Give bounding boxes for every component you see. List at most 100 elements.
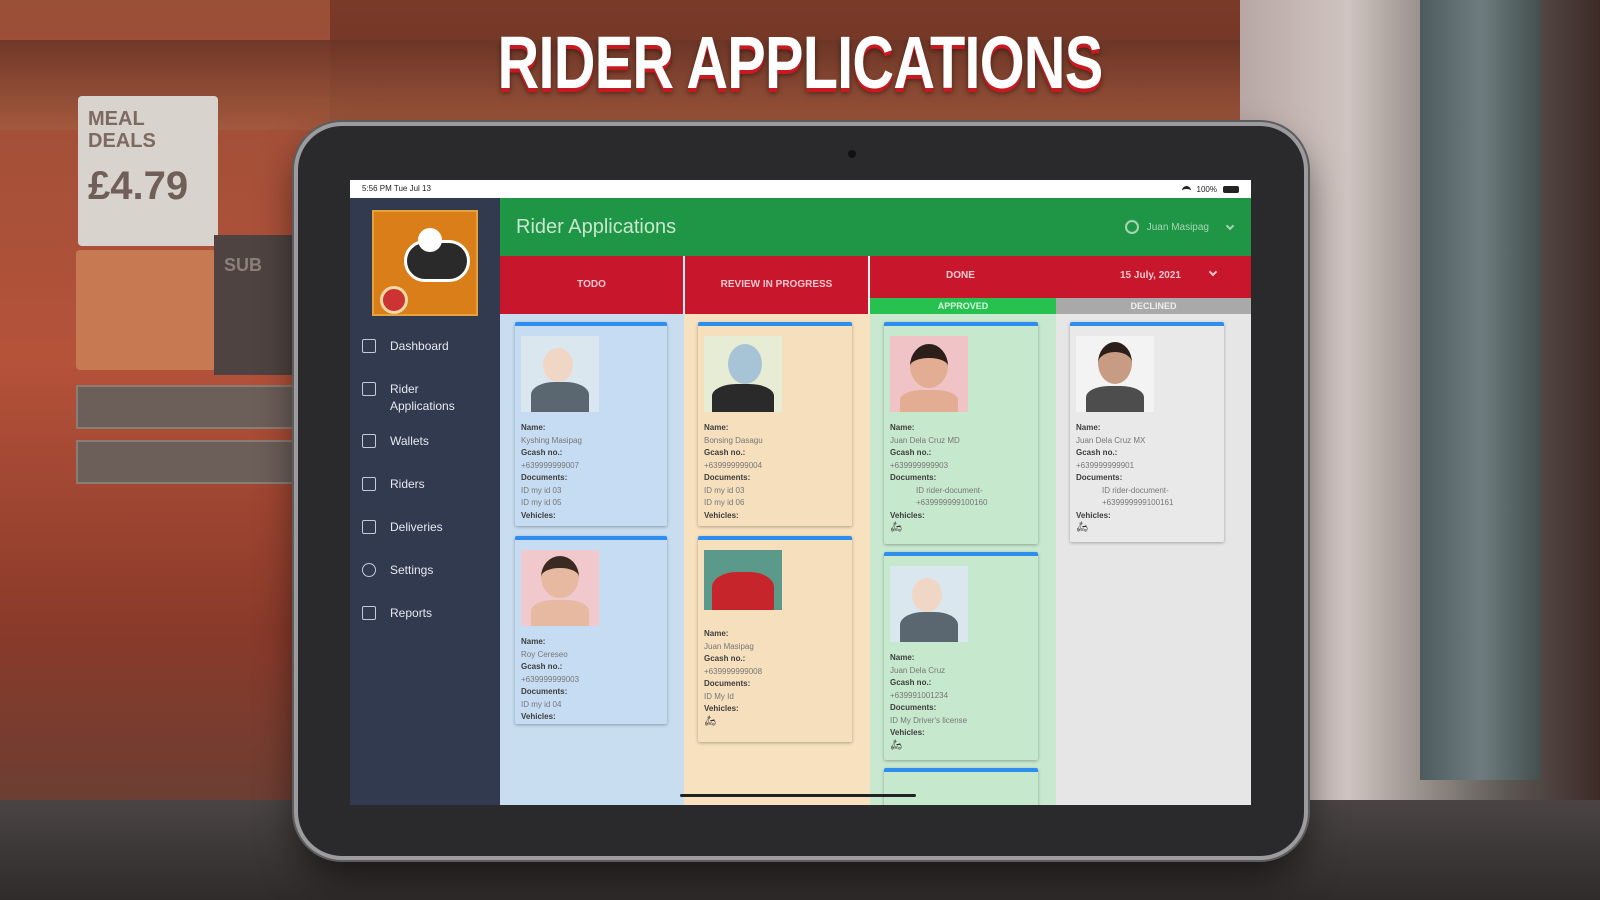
applicant-card[interactable]: Name: Roy Cereseo Gcash no.: +6399999990…: [515, 536, 667, 724]
chevron-down-icon: [1225, 221, 1235, 230]
wifi-icon: [1181, 185, 1191, 193]
sidebar-item-settings[interactable]: Settings: [350, 562, 500, 605]
sidebar-item-rider-applications[interactable]: Rider Applications: [350, 381, 500, 433]
document-item[interactable]: ID rider-document-: [1076, 485, 1218, 498]
gcash-label: Gcash no.:: [704, 448, 746, 457]
document-item[interactable]: ID my id 05: [521, 497, 661, 510]
sidebar-item-dashboard[interactable]: Dashboard: [350, 338, 500, 381]
user-menu[interactable]: Juan Masipag: [1124, 220, 1235, 234]
applicant-name: Bonsing Dasagu: [704, 435, 763, 445]
app-header: Rider Applications Juan Masipag: [500, 198, 1251, 256]
user-name: Juan Masipag: [1146, 221, 1209, 233]
logo-badge: [380, 286, 408, 314]
document-item[interactable]: ID rider-document-: [890, 485, 1032, 498]
applicant-card[interactable]: [884, 768, 1038, 805]
sidebar-item-reports[interactable]: Reports: [350, 605, 500, 648]
battery-icon: [1223, 185, 1239, 193]
sidebar-item-label: Settings: [390, 563, 434, 577]
applicant-photo: [704, 336, 782, 412]
name-label: Name:: [890, 423, 915, 432]
column-todo: Name: Kyshing Masipag Gcash no.: +639999…: [500, 314, 684, 805]
date-selector[interactable]: 15 July, 2021: [1120, 270, 1181, 281]
name-label: Name:: [704, 423, 729, 432]
tablet-screen: 5:56 PM Tue Jul 13 100% Dashboard Rider …: [350, 180, 1251, 805]
column-review: Name: Bonsing Dasagu Gcash no.: +6399999…: [684, 314, 870, 805]
vehicles-label: Vehicles:: [890, 510, 925, 520]
background-notice: [76, 385, 316, 429]
sidebar-item-riders[interactable]: Riders: [350, 476, 500, 519]
column-headers: TODO REVIEW IN PROGRESS DONE 15 July, 20…: [500, 256, 1251, 314]
applicant-photo: [521, 336, 599, 412]
column-todo-header: TODO: [500, 256, 683, 314]
document-item[interactable]: +639999999100161: [1076, 497, 1218, 510]
vehicles-label: Vehicles:: [704, 510, 739, 520]
sidebar-item-label: Deliveries: [390, 520, 443, 534]
column-review-header: REVIEW IN PROGRESS: [685, 256, 868, 314]
bike-icon: 🛵︎: [1076, 522, 1089, 533]
bike-icon: 🛵︎: [890, 739, 903, 751]
documents-label: Documents:: [890, 703, 937, 712]
applicant-name: Kyshing Masipag: [521, 435, 582, 445]
reports-icon: [362, 606, 376, 620]
app-logo: [372, 210, 478, 316]
poster-price: £4.79: [88, 164, 189, 208]
gear-icon: [362, 563, 376, 577]
gcash-label: Gcash no.:: [521, 448, 563, 457]
battery-level: 100%: [1196, 184, 1217, 194]
name-label: Name:: [521, 637, 546, 646]
applicant-card[interactable]: Name: Juan Dela Cruz MX Gcash no.: +6399…: [1070, 322, 1224, 542]
dashboard-icon: [362, 339, 376, 353]
logo-rider: [418, 228, 442, 252]
applicant-photo: [890, 566, 968, 642]
applicant-name: Juan Masipag: [704, 641, 754, 651]
document-item[interactable]: ID My Driver's license: [890, 715, 1032, 728]
sidebar-item-label: Reports: [390, 606, 433, 620]
applicant-gcash: +639999999008: [704, 666, 763, 676]
bike-icon: 🛵︎: [704, 715, 717, 727]
gcash-label: Gcash no.:: [890, 678, 932, 687]
document-item[interactable]: ID my id 06: [704, 497, 846, 510]
applicant-card[interactable]: Name: Kyshing Masipag Gcash no.: +639999…: [515, 322, 667, 526]
vehicles-label: Vehicles:: [890, 728, 925, 737]
applicant-gcash: +639999999903: [890, 460, 949, 470]
sidebar-item-label: Dashboard: [390, 339, 449, 353]
applicant-gcash: +639999999003: [521, 674, 580, 684]
kanban-board: Name: Kyshing Masipag Gcash no.: +639999…: [500, 314, 1251, 805]
applicant-photo: [1076, 336, 1154, 412]
documents-label: Documents:: [704, 473, 751, 482]
gcash-label: Gcash no.:: [1076, 448, 1118, 457]
vehicles-label: Vehicles:: [1076, 510, 1111, 520]
hero-title: RIDER APPLICATIONS: [497, 21, 1104, 104]
home-indicator[interactable]: [680, 794, 916, 797]
tab-approved[interactable]: APPROVED: [870, 298, 1056, 314]
applicant-card[interactable]: Name: Juan Dela Cruz Gcash no.: +6399910…: [884, 552, 1038, 760]
tab-declined[interactable]: DECLINED: [1056, 298, 1251, 314]
chevron-down-icon[interactable]: [1208, 267, 1218, 277]
applicant-card[interactable]: Name: Juan Dela Cruz MD Gcash no.: +6399…: [884, 322, 1038, 544]
applicant-photo: [521, 550, 599, 626]
applicant-card[interactable]: Name: Bonsing Dasagu Gcash no.: +6399999…: [698, 322, 852, 526]
done-label: DONE: [946, 270, 975, 281]
sidebar-item-wallets[interactable]: Wallets: [350, 433, 500, 476]
document-item[interactable]: ID my id 03: [521, 485, 661, 498]
applicant-card[interactable]: Name: Juan Masipag Gcash no.: +639999999…: [698, 536, 852, 742]
gcash-label: Gcash no.:: [704, 654, 746, 663]
tablet-camera: [848, 150, 856, 158]
document-item[interactable]: ID My Id: [704, 691, 846, 704]
applicant-photo: [704, 550, 782, 610]
sidebar-item-label: Rider Applications: [390, 382, 455, 413]
vehicles-label: Vehicles:: [521, 510, 556, 520]
status-time: 5:56 PM Tue Jul 13: [362, 184, 431, 193]
applicant-gcash: +639999999004: [704, 460, 763, 470]
applicant-gcash: +639999999007: [521, 460, 580, 470]
status-bar: 5:56 PM Tue Jul 13 100%: [350, 180, 1251, 198]
document-item[interactable]: ID my id 04: [521, 699, 661, 712]
name-label: Name:: [704, 629, 729, 638]
document-item[interactable]: +639999999100160: [890, 497, 1032, 510]
sidebar-nav: Dashboard Rider Applications Wallets Rid…: [350, 338, 500, 648]
document-item[interactable]: ID my id 03: [704, 485, 846, 498]
sidebar-item-deliveries[interactable]: Deliveries: [350, 519, 500, 562]
sidebar-item-label: Riders: [390, 477, 425, 491]
applicant-gcash: +639999999901: [1076, 460, 1135, 470]
main-content: Rider Applications Juan Masipag TODO REV…: [500, 198, 1251, 805]
